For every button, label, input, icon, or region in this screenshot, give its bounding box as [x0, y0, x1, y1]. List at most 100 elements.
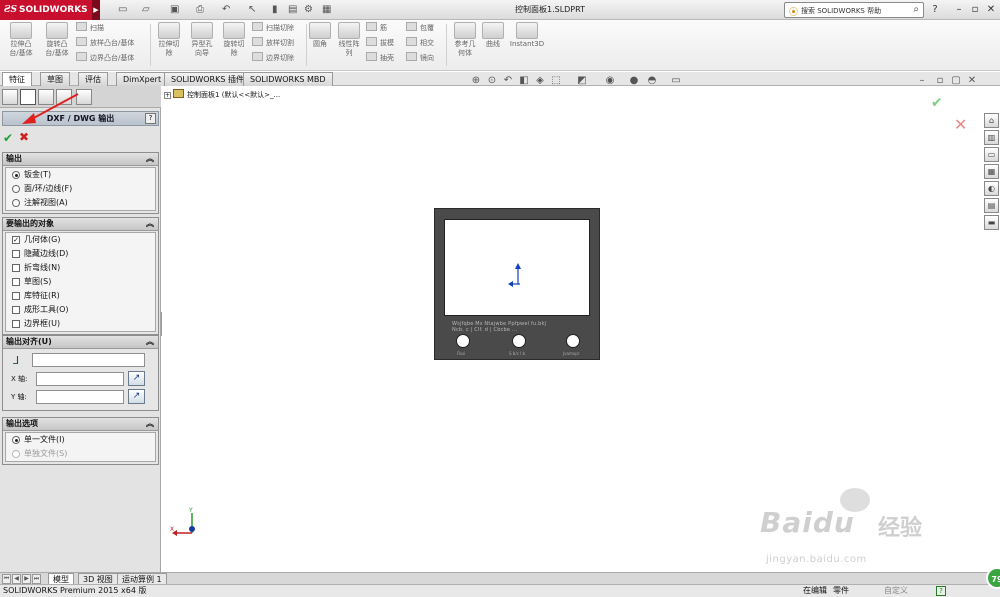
checkbox-hidden-edges[interactable]: 隐藏边线(D) [6, 247, 155, 261]
checkbox-sketches[interactable]: 草图(S) [6, 275, 155, 289]
design-library-icon[interactable]: ▥ [984, 130, 999, 145]
checkbox-forming-tools[interactable]: 成形工具(O) [6, 303, 155, 317]
ok-check-icon[interactable]: ✔ [3, 131, 13, 145]
curves-button[interactable]: 曲线 [482, 22, 504, 49]
last-tab-icon[interactable]: ⏭ [32, 574, 41, 584]
display-manager-tab-icon[interactable] [76, 89, 92, 105]
reference-geometry-button[interactable]: 参考几 何体 [449, 22, 481, 58]
rebuild-icon[interactable]: ▮ [272, 3, 278, 17]
tab-features[interactable]: 特征 [2, 72, 32, 86]
status-units[interactable]: 自定义 [884, 585, 908, 597]
solidworks-resources-icon[interactable]: ⌂ [984, 113, 999, 128]
fillet-button[interactable]: 圆角 [308, 22, 332, 49]
checkbox-bend-lines[interactable]: 折弯线(N) [6, 261, 155, 275]
revolve-cut-button[interactable]: 旋转切 除 [218, 22, 250, 58]
tab-dimxpert[interactable]: DimXpert [116, 72, 169, 86]
checkbox-geometry[interactable]: ✓ 几何体(G) [6, 233, 155, 247]
output-options-header[interactable]: 输出选项 ︽ [3, 418, 158, 431]
checkbox[interactable] [12, 278, 20, 286]
new-icon[interactable]: ▭ [118, 3, 127, 17]
linear-pattern-button[interactable]: 线性阵 列 [334, 22, 364, 58]
forum-icon[interactable]: ▬ [984, 215, 999, 230]
pm-help-icon[interactable]: ? [145, 113, 156, 124]
confirmation-ok-icon[interactable]: ✔ [931, 95, 943, 111]
intersect-button[interactable]: 相交 [406, 37, 434, 50]
print-icon[interactable]: ⎙ [196, 3, 204, 17]
boundary-cut-button[interactable]: 边界切除 [252, 52, 294, 65]
checkbox[interactable] [12, 250, 20, 258]
draft-button[interactable]: 拔模 [366, 37, 394, 50]
file-explorer-icon[interactable]: ▭ [984, 147, 999, 162]
mirror-button[interactable]: 镜向 [406, 52, 434, 65]
close-icon[interactable]: ✕ [984, 2, 998, 18]
shell-button[interactable]: 抽壳 [366, 52, 394, 65]
reverse-y-direction-icon[interactable]: ↗ [128, 389, 145, 404]
tab-evaluate[interactable]: 评估 [78, 72, 108, 86]
swept-cut-button[interactable]: 扫描切除 [252, 22, 294, 35]
checkbox[interactable] [12, 306, 20, 314]
checkbox[interactable] [12, 320, 20, 328]
undo-icon[interactable]: ↶ [222, 3, 230, 17]
search-input[interactable]: ⦿ 搜索 SOLIDWORKS 帮助 ⌕ [784, 2, 924, 18]
appearances-icon[interactable]: ◐ [984, 181, 999, 196]
tab-mbd[interactable]: SOLIDWORKS MBD [243, 72, 333, 86]
search-icon[interactable]: ⌕ [913, 4, 919, 15]
wrap-button[interactable]: 包覆 [406, 22, 434, 35]
output-group-header[interactable]: 输出 ︽ [3, 153, 158, 166]
collapse-icon[interactable]: ︽ [146, 336, 154, 348]
save-icon[interactable]: ▣ [170, 3, 179, 17]
collapse-icon[interactable]: ︽ [146, 153, 154, 165]
options-icon[interactable]: ⚙ [304, 3, 313, 17]
checkbox[interactable] [12, 264, 20, 272]
checkbox[interactable] [12, 292, 20, 300]
collapse-icon[interactable]: ︽ [146, 218, 154, 230]
checkbox-checked[interactable]: ✓ [12, 236, 20, 244]
radio-annotation-views[interactable]: 注解视图(A) [6, 196, 155, 210]
expand-icon[interactable]: + [164, 92, 171, 99]
prev-tab-icon[interactable]: ◀ [12, 574, 21, 584]
reverse-x-direction-icon[interactable]: ↗ [128, 371, 145, 386]
select-icon[interactable]: ↖ [248, 3, 256, 17]
flyout-feature-tree[interactable]: + 控制面板1 (默认<<默认>_... [164, 89, 280, 101]
radio-button[interactable] [12, 199, 20, 207]
revolve-boss-button[interactable]: 旋转凸 台/基体 [40, 22, 74, 58]
help-icon[interactable]: ? [928, 2, 942, 18]
entities-group-header[interactable]: 要输出的对象 ︽ [3, 218, 158, 231]
open-icon[interactable]: ▱ [142, 3, 150, 17]
checkbox-bounding-box[interactable]: 边界框(U) [6, 317, 155, 331]
boundary-boss-button[interactable]: 边界凸台/基体 [76, 52, 134, 65]
radio-separate-files[interactable]: 单独文件(S) [6, 447, 155, 461]
origin-field[interactable] [32, 353, 145, 367]
minimize-icon[interactable]: – [952, 2, 966, 18]
loft-boss-button[interactable]: 放样凸台/基体 [76, 37, 134, 50]
hole-wizard-button[interactable]: 异型孔 向导 [186, 22, 218, 58]
checkbox-library-features[interactable]: 库特征(R) [6, 289, 155, 303]
status-help-icon[interactable]: ? [936, 586, 946, 596]
radio-button[interactable] [12, 171, 20, 179]
lofted-cut-button[interactable]: 放样切割 [252, 37, 294, 50]
menu-expand-icon[interactable]: ▶ [92, 0, 100, 20]
first-tab-icon[interactable]: ⏮ [2, 574, 11, 584]
sweep-button[interactable]: 扫描 [76, 22, 104, 35]
radio-faces-loops-edges[interactable]: 面/环/边线(F) [6, 182, 155, 196]
align-group-header[interactable]: 输出对齐(U) ︽ [3, 336, 158, 349]
y-axis-field[interactable] [36, 390, 124, 404]
extrude-cut-button[interactable]: 拉伸切 除 [153, 22, 185, 58]
extrude-boss-button[interactable]: 拉伸凸 台/基体 [4, 22, 38, 58]
collapse-icon[interactable]: ︽ [146, 418, 154, 430]
confirmation-cancel-icon[interactable]: ✕ [954, 115, 967, 134]
radio-single-file[interactable]: 单一文件(I) [6, 433, 155, 447]
instant3d-button[interactable]: Instant3D [508, 22, 546, 49]
solidworks-logo[interactable]: ƧS SOLIDWORKS [0, 0, 92, 20]
custom-properties-icon[interactable]: ▤ [984, 198, 999, 213]
radio-button[interactable] [12, 436, 20, 444]
x-axis-field[interactable] [36, 372, 124, 386]
radio-button[interactable] [12, 450, 20, 458]
cancel-x-icon[interactable]: ✖ [19, 130, 29, 144]
dimxpert-manager-tab-icon[interactable] [56, 89, 72, 105]
restore-icon[interactable]: ▫ [968, 2, 982, 18]
radio-sheet-metal[interactable]: 钣金(T) [6, 168, 155, 182]
radio-button[interactable] [12, 185, 20, 193]
property-manager-tab-icon[interactable] [20, 89, 36, 105]
display-icon[interactable]: ▦ [322, 3, 331, 17]
